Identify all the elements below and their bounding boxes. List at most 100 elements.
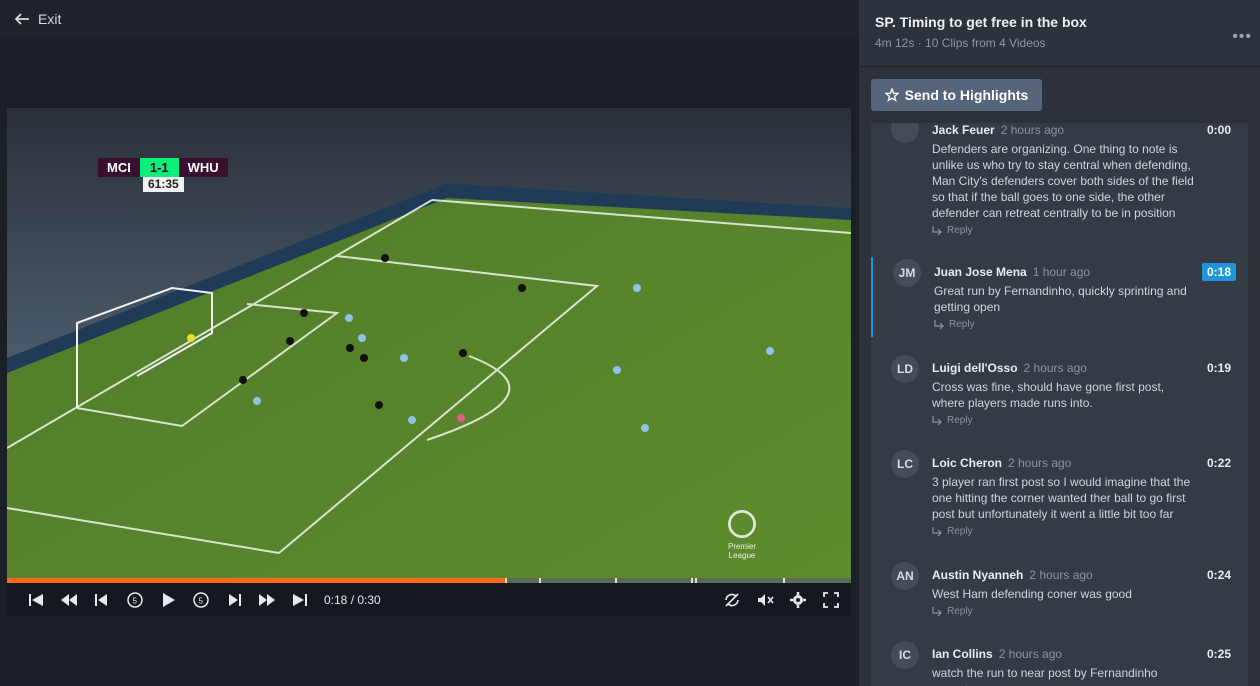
- comment-line: 3 player ran first post so I would imagi…: [932, 475, 1191, 489]
- comment-text: West Ham defending coner was good: [932, 586, 1207, 602]
- comment-line: watch the run to near post by Fernandinh…: [932, 666, 1158, 680]
- comment-line: post but unfortunately it went a little …: [932, 507, 1174, 521]
- comment-timestamp[interactable]: 0:19: [1202, 359, 1236, 377]
- step-forward-icon: [228, 593, 241, 606]
- settings-button[interactable]: [781, 583, 814, 616]
- comment-item[interactable]: LD Luigi dell'Osso 2 hours ago 0:19 Cross wa…: [871, 353, 1248, 433]
- comment-line: so that if the ball goes to one side, th…: [932, 190, 1165, 204]
- comment-line: one hitting the corner wanted ther ball …: [932, 491, 1186, 505]
- reply-label: Reply: [947, 526, 973, 537]
- clip-count: 10 Clips from 4 Videos: [925, 36, 1046, 50]
- comment-line: Great run by Fernandinho, quickly sprint…: [934, 284, 1187, 298]
- comment-line: West Ham defending coner was good: [932, 587, 1132, 601]
- reply-button[interactable]: Reply: [932, 415, 973, 426]
- step-forward-button[interactable]: [217, 583, 250, 616]
- comment-item[interactable]: IC Ian Collins 2 hours ago 0:25 watch the ru…: [871, 639, 1248, 686]
- comment-age: 2 hours ago: [998, 647, 1063, 661]
- comment-line: Man City's defenders cover both sides of…: [932, 174, 1194, 188]
- comment-item[interactable]: AN Austin Nyanneh 2 hours ago 0:24 West Ham …: [871, 560, 1248, 624]
- comment-author: Austin Nyanneh 2 hours ago: [932, 568, 1093, 582]
- comment-author: Luigi dell'Osso 2 hours ago: [932, 361, 1087, 375]
- forward-5-button[interactable]: 5: [184, 583, 217, 616]
- comment-timestamp[interactable]: 0:00: [1202, 123, 1236, 139]
- mute-button[interactable]: [748, 583, 781, 616]
- settings-gear-icon: [789, 591, 806, 608]
- watermark-text: Premier League: [727, 542, 756, 560]
- skip-end-icon: [292, 593, 307, 606]
- summary-separator: ·: [917, 36, 922, 50]
- rewind-icon: [60, 593, 77, 606]
- home-team: MCI: [98, 158, 140, 177]
- playlist-duration: 4m 12s: [875, 36, 915, 50]
- match-score: 1-1: [139, 158, 179, 177]
- comment-item[interactable]: LC Loic Cheron 2 hours ago 0:22 3 player ran…: [871, 448, 1248, 544]
- score-bug: MCI 1-1 WHU 61:35: [98, 158, 228, 192]
- comment-line: Cross was fine, should have gone first p…: [932, 380, 1165, 394]
- exit-button[interactable]: Exit: [14, 11, 61, 27]
- comment-timestamp[interactable]: 0:18: [1201, 263, 1236, 281]
- comment-age: 2 hours ago: [1000, 123, 1065, 137]
- svg-text:5: 5: [132, 596, 137, 605]
- playback-time: 0:18 / 0:30: [324, 592, 381, 607]
- panel-header: SP. Timing to get free in the box 4m 12s…: [859, 0, 1260, 67]
- loop-toggle-button[interactable]: [715, 583, 748, 616]
- reply-button[interactable]: Reply: [932, 606, 973, 617]
- reply-arrow-icon: [932, 527, 942, 537]
- comment-line: defender can retreat centrally to be in …: [932, 206, 1176, 220]
- forward-5-icon: 5: [192, 591, 209, 608]
- video-frame[interactable]: MCI 1-1 WHU 61:35 Premier League: [7, 108, 851, 582]
- reply-button[interactable]: Reply: [932, 225, 973, 236]
- match-clock: 61:35: [143, 177, 184, 192]
- send-to-highlights-label: Send to Highlights: [904, 87, 1029, 103]
- fast-forward-button[interactable]: [250, 583, 283, 616]
- playlist-summary: 4m 12s · 10 Clips from 4 Videos: [875, 36, 1244, 50]
- author-name: Luigi dell'Osso: [932, 361, 1018, 375]
- avatar: JM: [893, 259, 921, 287]
- more-options-button[interactable]: •••: [1232, 28, 1252, 46]
- premier-league-logo: Premier League: [724, 506, 760, 560]
- fullscreen-button[interactable]: [814, 583, 847, 616]
- comment-item[interactable]: JM Juan Jose Mena 1 hour ago 0:18 Great run …: [871, 257, 1248, 337]
- send-to-highlights-button[interactable]: Send to Highlights: [871, 79, 1042, 111]
- replay-5-button[interactable]: 5: [118, 583, 151, 616]
- rewind-button[interactable]: [52, 583, 85, 616]
- video-player: MCI 1-1 WHU 61:35 Premier League 5 5 0:1…: [7, 108, 851, 616]
- play-button[interactable]: [151, 583, 184, 616]
- star-sparkle-icon: [884, 88, 899, 102]
- avatar: LD: [891, 355, 919, 383]
- comment-age: 2 hours ago: [1008, 456, 1072, 470]
- ellipsis-icon: •••: [1232, 28, 1252, 45]
- comment-author: Loic Cheron 2 hours ago: [932, 456, 1071, 470]
- comment-text: 3 player ran first post so I would imagi…: [932, 474, 1207, 522]
- author-name: Austin Nyanneh: [932, 568, 1024, 582]
- comment-item[interactable]: Jack Feuer 2 hours ago 0:00 Defenders are o…: [871, 123, 1248, 251]
- comment-line: Defenders are organizing. One thing to n…: [932, 142, 1178, 156]
- play-icon: [162, 592, 175, 607]
- comment-author: Jack Feuer 2 hours ago: [932, 123, 1064, 137]
- reply-arrow-icon: [932, 607, 942, 617]
- avatar: [891, 123, 919, 143]
- loop-off-icon: [724, 592, 739, 607]
- reply-button[interactable]: Reply: [934, 319, 975, 330]
- avatar: AN: [891, 562, 919, 590]
- comment-line: unlike us who try to stay central when d…: [932, 158, 1191, 172]
- reply-button[interactable]: Reply: [932, 526, 973, 537]
- comment-text: Defenders are organizing. One thing to n…: [932, 141, 1207, 221]
- exit-label: Exit: [38, 11, 62, 27]
- comment-timestamp[interactable]: 0:25: [1202, 645, 1236, 663]
- step-back-button[interactable]: [85, 583, 118, 616]
- comment-timestamp[interactable]: 0:24: [1202, 566, 1236, 584]
- avatar: LC: [891, 450, 919, 478]
- reply-label: Reply: [947, 225, 973, 236]
- skip-end-button[interactable]: [283, 583, 316, 616]
- author-name: Ian Collins: [932, 647, 993, 661]
- comment-timestamp[interactable]: 0:22: [1202, 454, 1236, 472]
- skip-start-button[interactable]: [19, 583, 52, 616]
- comment-author: Ian Collins 2 hours ago: [932, 647, 1062, 661]
- comment-list: Jack Feuer 2 hours ago 0:00 Defenders are o…: [871, 123, 1248, 686]
- playlist-title: SP. Timing to get free in the box: [875, 14, 1087, 30]
- comment-line: where players made runs into.: [932, 396, 1093, 410]
- author-name: Jack Feuer: [932, 123, 995, 137]
- mute-icon: [757, 593, 774, 606]
- author-name: Loic Cheron: [932, 456, 1003, 470]
